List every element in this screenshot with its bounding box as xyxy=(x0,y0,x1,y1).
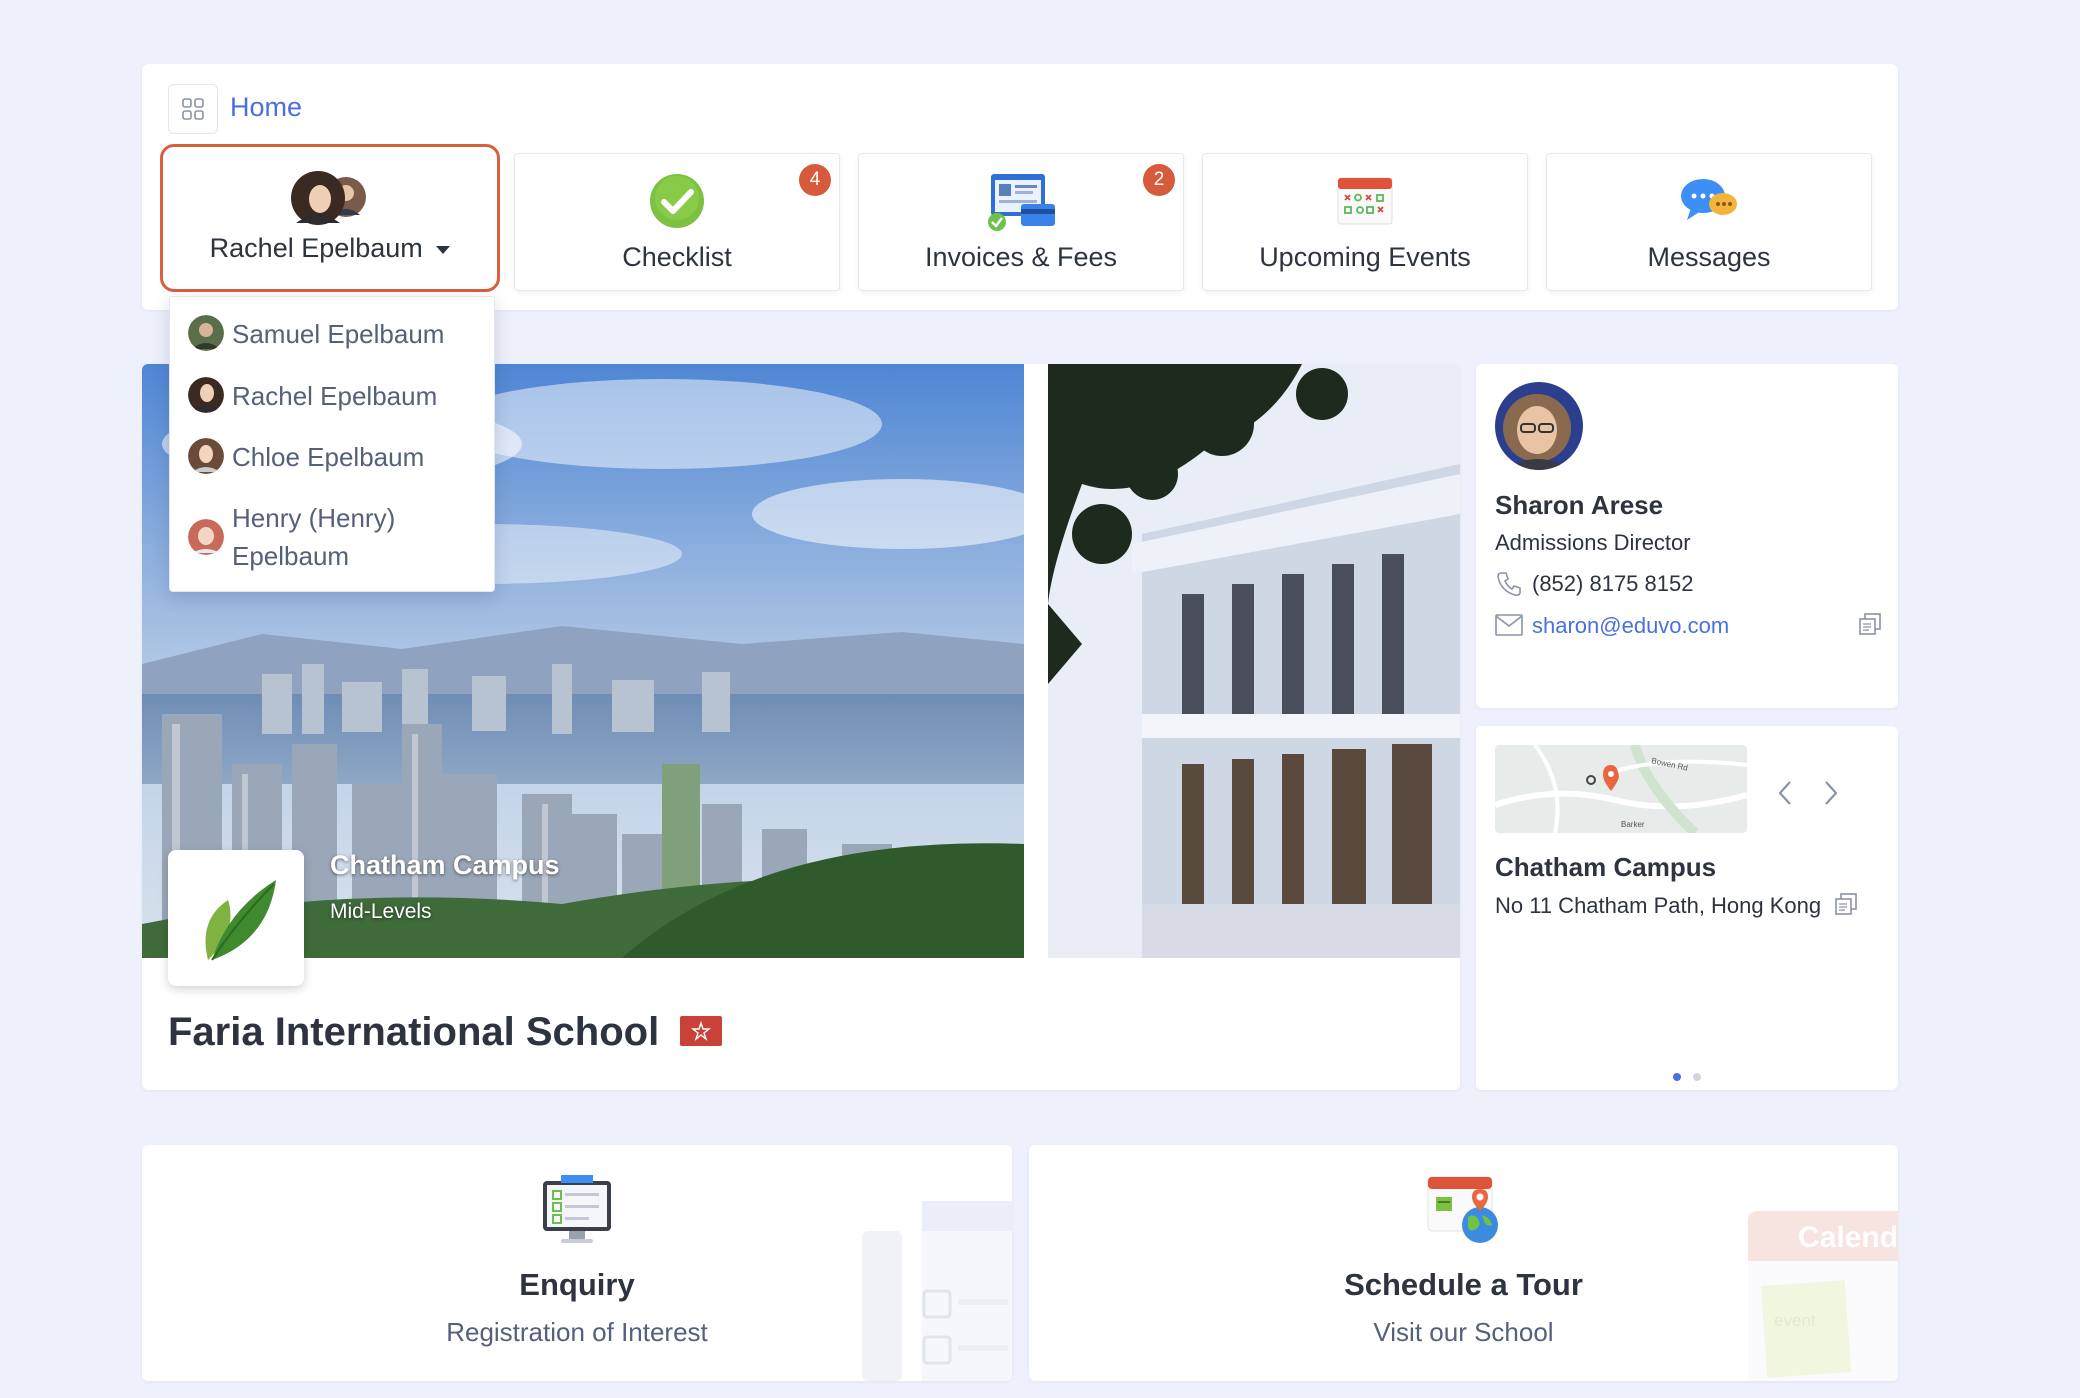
map-street-label: Barker xyxy=(1621,820,1645,829)
chat-bubbles-icon xyxy=(1679,176,1739,231)
checklist-label: Checklist xyxy=(622,242,732,272)
leaf-logo-icon xyxy=(205,880,276,961)
carousel-next-arrow[interactable] xyxy=(1822,778,1840,817)
student-dropdown-menu: Samuel Epelbaum Rachel Epelbaum Chloe Ep… xyxy=(169,296,495,592)
dropdown-item-rachel[interactable]: Rachel Epelbaum xyxy=(188,377,437,415)
checkmark-icon xyxy=(648,172,706,235)
selected-student-name: Rachel Epelbaum xyxy=(209,233,423,263)
carousel-prev-arrow[interactable] xyxy=(1776,778,1794,817)
dropdown-item-samuel[interactable]: Samuel Epelbaum xyxy=(188,315,444,353)
contact-role: Admissions Director xyxy=(1495,530,1691,555)
students-avatar-icon xyxy=(288,169,372,232)
invoices-fees-tile[interactable]: 2 Invoices & Fees xyxy=(858,153,1184,291)
upcoming-events-label: Upcoming Events xyxy=(1259,242,1471,272)
dropdown-item-label: Samuel Epelbaum xyxy=(232,319,445,349)
carousel-dot-active[interactable] xyxy=(1673,1073,1681,1081)
calendar-icon xyxy=(1336,176,1394,231)
contact-avatar xyxy=(1495,382,1583,470)
contact-name: Sharon Arese xyxy=(1495,490,1664,520)
caret-down-icon xyxy=(436,245,451,254)
avatar xyxy=(188,519,224,555)
invoice-icon xyxy=(985,172,1057,237)
schedule-tour-subtitle: Visit our School xyxy=(1373,1317,1554,1347)
hong-kong-flag-icon xyxy=(680,1016,722,1046)
school-name: Faria International School xyxy=(168,1010,660,1054)
apps-grid-icon[interactable] xyxy=(168,84,218,134)
hero-campus-subtitle: Mid-Levels xyxy=(330,900,432,923)
campus-map[interactable]: Bowen Rd Barker xyxy=(1495,745,1747,833)
location-address: No 11 Chatham Path, Hong Kong xyxy=(1495,893,1822,918)
dropdown-item-label: Rachel Epelbaum xyxy=(232,381,438,411)
schedule-tour-title: Schedule a Tour xyxy=(1344,1267,1583,1302)
enquiry-subtitle: Registration of Interest xyxy=(446,1317,708,1347)
copy-email-icon[interactable] xyxy=(1858,612,1882,641)
avatar xyxy=(188,438,224,474)
carousel-dot[interactable] xyxy=(1693,1073,1701,1081)
phone-icon xyxy=(1495,570,1523,603)
checklist-badge: 4 xyxy=(799,164,831,196)
upcoming-events-tile[interactable]: Upcoming Events xyxy=(1202,153,1528,291)
dropdown-item-label: Henry (Henry) xyxy=(232,503,396,533)
messages-tile[interactable]: Messages xyxy=(1546,153,1872,291)
email-icon xyxy=(1495,614,1523,641)
messages-label: Messages xyxy=(1647,242,1771,272)
dropdown-item-chloe[interactable]: Chloe Epelbaum xyxy=(188,438,424,476)
avatar xyxy=(188,315,224,351)
schedule-tour-card[interactable]: Calend event Schedule a Tour Visit our S… xyxy=(1029,1145,1898,1381)
contact-email-link[interactable]: sharon@eduvo.com xyxy=(1532,613,1729,639)
avatar xyxy=(188,377,224,413)
invoices-fees-label: Invoices & Fees xyxy=(924,242,1118,272)
decorative-calendar-text: Calend xyxy=(1798,1221,1898,1254)
enquiry-title: Enquiry xyxy=(519,1267,635,1302)
dropdown-item-henry[interactable]: Henry (Henry) Epelbaum xyxy=(188,499,395,575)
checklist-tile[interactable]: 4 Checklist xyxy=(514,153,840,291)
enquiry-card[interactable]: Enquiry Registration of Interest xyxy=(142,1145,1012,1381)
student-switcher-tile[interactable]: Rachel Epelbaum xyxy=(160,144,500,292)
breadcrumb-home-link[interactable]: Home xyxy=(230,92,302,123)
contact-phone[interactable]: (852) 8175 8152 xyxy=(1532,571,1693,597)
invoices-badge: 2 xyxy=(1143,164,1175,196)
hero-campus-title: Chatham Campus xyxy=(330,850,560,880)
copy-address-icon[interactable] xyxy=(1834,892,1858,921)
dropdown-item-label-line2: Epelbaum xyxy=(232,541,350,571)
enquiry-form-icon xyxy=(539,1173,615,1250)
school-logo xyxy=(168,850,304,986)
calendar-globe-icon xyxy=(1424,1175,1504,1250)
dropdown-item-label: Chloe Epelbaum xyxy=(232,442,425,472)
location-campus-name: Chatham Campus xyxy=(1495,852,1717,882)
